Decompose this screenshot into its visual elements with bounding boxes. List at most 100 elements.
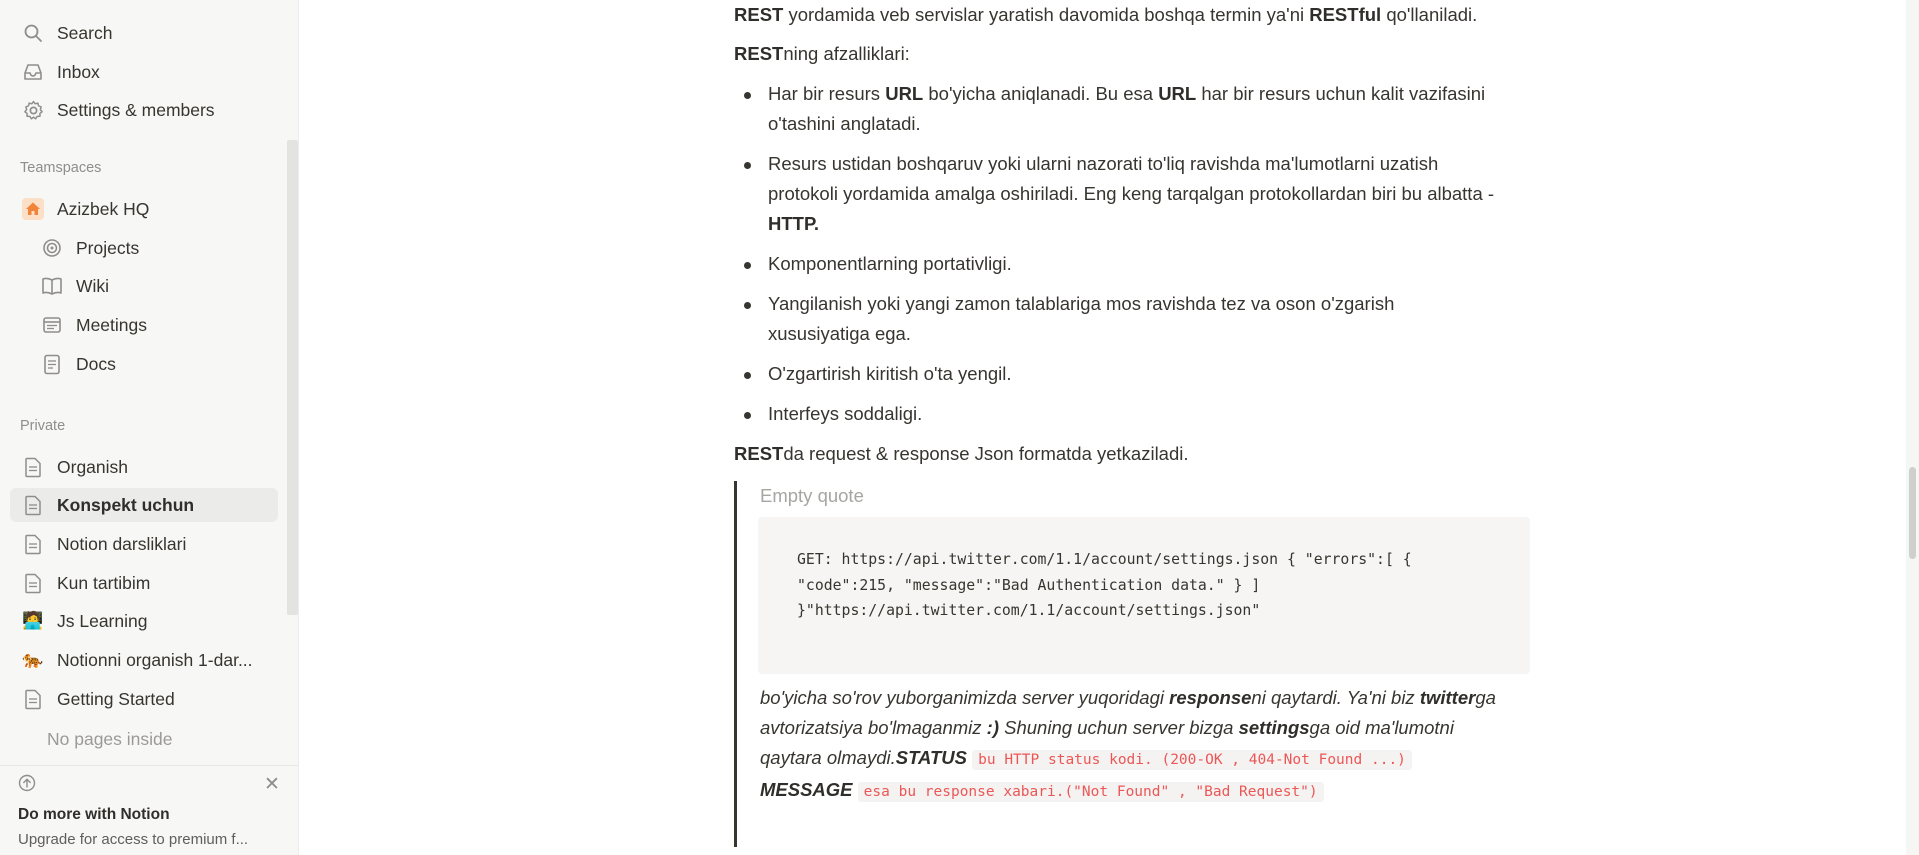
- advantages-heading[interactable]: RESTning afzalliklari:: [734, 39, 910, 69]
- bullet-item[interactable]: Yangilanish yoki yangi zamon talablariga…: [744, 289, 1498, 349]
- text-run: yordamida veb servislar yaratish davomid…: [783, 4, 1310, 25]
- sidebar-item-label: Notionni organish 1-dar...: [57, 649, 253, 670]
- no-pages-inside-label: No pages inside: [10, 722, 278, 756]
- promo-description: Upgrade for access to premium f...: [18, 831, 249, 848]
- sidebar-item-projects[interactable]: Projects: [10, 231, 278, 265]
- sidebar-item-label: Getting Started: [57, 688, 175, 709]
- advantages-heading-text: ning afzalliklari:: [783, 43, 910, 64]
- sidebar-item-label: Settings & members: [57, 99, 215, 120]
- technologist-emoji-icon: 🧑‍💻: [22, 611, 44, 630]
- quote-block[interactable]: Empty quote GET: https://api.twitter.com…: [734, 481, 1530, 847]
- bold-text: :): [986, 717, 999, 738]
- quote-placeholder[interactable]: Empty quote: [760, 481, 864, 511]
- bold-text: settings: [1238, 717, 1310, 738]
- target-icon: [39, 235, 65, 261]
- sidebar-item-notionni-organish[interactable]: 🐅 Notionni organish 1-dar...: [10, 643, 278, 677]
- sidebar-item-konspekt-uchun[interactable]: Konspekt uchun: [10, 488, 278, 522]
- sidebar-item-label: Projects: [76, 237, 140, 258]
- no-pages-text: No pages inside: [47, 728, 173, 749]
- rest-bold: REST: [734, 43, 784, 64]
- page-icon: [20, 531, 46, 557]
- text-run: Interfeys soddaligi.: [768, 403, 923, 424]
- sidebar-item-label: Notion darsliklari: [57, 533, 187, 554]
- text-run: Yangilanish yoki yangi zamon talablariga…: [768, 293, 1395, 344]
- sidebar-scrollbar[interactable]: [287, 140, 298, 615]
- page-scrollbar[interactable]: [1906, 0, 1919, 855]
- bold-text: response: [1169, 687, 1252, 708]
- bullet-item[interactable]: Resurs ustidan boshqaruv yoki ularni naz…: [744, 149, 1498, 239]
- text-run: [853, 779, 858, 800]
- sidebar-item-inbox[interactable]: Inbox: [10, 55, 278, 89]
- code-block[interactable]: GET: https://api.twitter.com/1.1/account…: [758, 517, 1530, 674]
- gear-icon: [20, 97, 46, 123]
- tiger-emoji-icon: 🐅: [22, 650, 44, 669]
- bullet-item[interactable]: Har bir resurs URL bo'yicha aniqlanadi. …: [744, 79, 1498, 139]
- sidebar-item-settings[interactable]: Settings & members: [10, 93, 278, 127]
- sidebar-item-label: Wiki: [76, 275, 110, 296]
- sidebar-item-meetings[interactable]: Meetings: [10, 308, 278, 342]
- text-run: Shuning uchun server bizga: [998, 717, 1239, 738]
- text-run: qo'llaniladi.: [1381, 4, 1478, 25]
- bold-text: URL: [885, 83, 924, 104]
- text-run: Komponentlarning portativligi.: [768, 253, 1012, 274]
- page-icon: [20, 492, 46, 518]
- bold-text: RESTful: [1309, 4, 1382, 25]
- sidebar-item-organish[interactable]: Organish: [10, 450, 278, 484]
- sidebar: Search Inbox Settings & members Teamspac…: [0, 0, 299, 855]
- sidebar-item-wiki[interactable]: Wiki: [10, 269, 278, 303]
- sidebar-item-getting-started[interactable]: Getting Started: [10, 682, 278, 716]
- sidebar-item-kun-tartibim[interactable]: Kun tartibim: [10, 566, 278, 600]
- home-icon: [20, 196, 46, 222]
- json-format-text: da request & response Json formatda yetk…: [783, 443, 1189, 464]
- teamspaces-section-label: Teamspaces: [20, 160, 102, 176]
- text-run: Har bir resurs: [768, 83, 886, 104]
- promo-title: Do more with Notion: [18, 806, 170, 823]
- restful-paragraph[interactable]: REST yordamida veb servislar yaratish da…: [734, 0, 1477, 30]
- bold-text: twitter: [1419, 687, 1476, 708]
- search-icon: [20, 20, 46, 46]
- sidebar-item-label: Konspekt uchun: [57, 494, 195, 515]
- sidebar-item-docs[interactable]: Docs: [10, 347, 278, 381]
- bullet-item[interactable]: Komponentlarning portativligi.: [744, 249, 1498, 279]
- bold-text: URL: [1158, 83, 1197, 104]
- arrow-up-circle-icon: [18, 774, 38, 794]
- text-run: bo'yicha so'rov yuborganimizda server yu…: [760, 687, 1170, 708]
- page-icon: [20, 570, 46, 596]
- quote-text[interactable]: bo'yicha so'rov yuborganimizda server yu…: [760, 683, 1500, 807]
- bold-text: REST: [734, 4, 784, 25]
- private-section-label: Private: [20, 418, 66, 434]
- calendar-icon: [39, 312, 65, 338]
- sidebar-item-search[interactable]: Search: [10, 16, 278, 50]
- document-icon: [39, 351, 65, 377]
- rest-bold: REST: [734, 443, 784, 464]
- sidebar-item-notion-darsliklari[interactable]: Notion darsliklari: [10, 527, 278, 561]
- bold-text: HTTP.: [768, 213, 820, 234]
- inline-code: bu HTTP status kodi. (200-OK , 404-Not F…: [972, 750, 1412, 770]
- text-run: ni qaytardi. Ya'ni biz: [1251, 687, 1420, 708]
- page-scrollbar-thumb[interactable]: [1909, 467, 1916, 559]
- sidebar-item-label: Organish: [57, 456, 129, 477]
- inline-code: esa bu response xabari.("Not Found" , "B…: [857, 782, 1324, 802]
- inbox-icon: [20, 59, 46, 85]
- sidebar-item-label: Js Learning: [57, 610, 148, 631]
- sidebar-item-azizbek-hq[interactable]: Azizbek HQ: [10, 192, 278, 226]
- text-run: Resurs ustidan boshqaruv yoki ularni naz…: [768, 153, 1495, 204]
- text-run: O'zgartirish kiritish o'ta yengil.: [768, 363, 1012, 384]
- page-icon: [20, 454, 46, 480]
- sidebar-item-label: Meetings: [76, 314, 148, 335]
- bullet-item[interactable]: Interfeys soddaligi.: [744, 399, 1498, 429]
- upgrade-promo: ✕ Do more with Notion Upgrade for access…: [0, 765, 298, 855]
- json-format-paragraph[interactable]: RESTda request & response Json formatda …: [734, 439, 1189, 469]
- sidebar-item-label: Kun tartibim: [57, 572, 151, 593]
- code-text[interactable]: GET: https://api.twitter.com/1.1/account…: [797, 547, 1497, 624]
- page-icon: [20, 686, 46, 712]
- bullet-item[interactable]: O'zgartirish kiritish o'ta yengil.: [744, 359, 1498, 389]
- sidebar-item-label: Inbox: [57, 61, 100, 82]
- book-icon: [39, 273, 65, 299]
- bold-text: STATUS: [895, 747, 967, 768]
- close-icon[interactable]: ✕: [264, 773, 280, 796]
- bold-text: MESSAGE: [760, 779, 853, 800]
- sidebar-item-js-learning[interactable]: 🧑‍💻 Js Learning: [10, 604, 278, 638]
- sidebar-item-label: Azizbek HQ: [57, 198, 150, 219]
- sidebar-item-label: Docs: [76, 353, 116, 374]
